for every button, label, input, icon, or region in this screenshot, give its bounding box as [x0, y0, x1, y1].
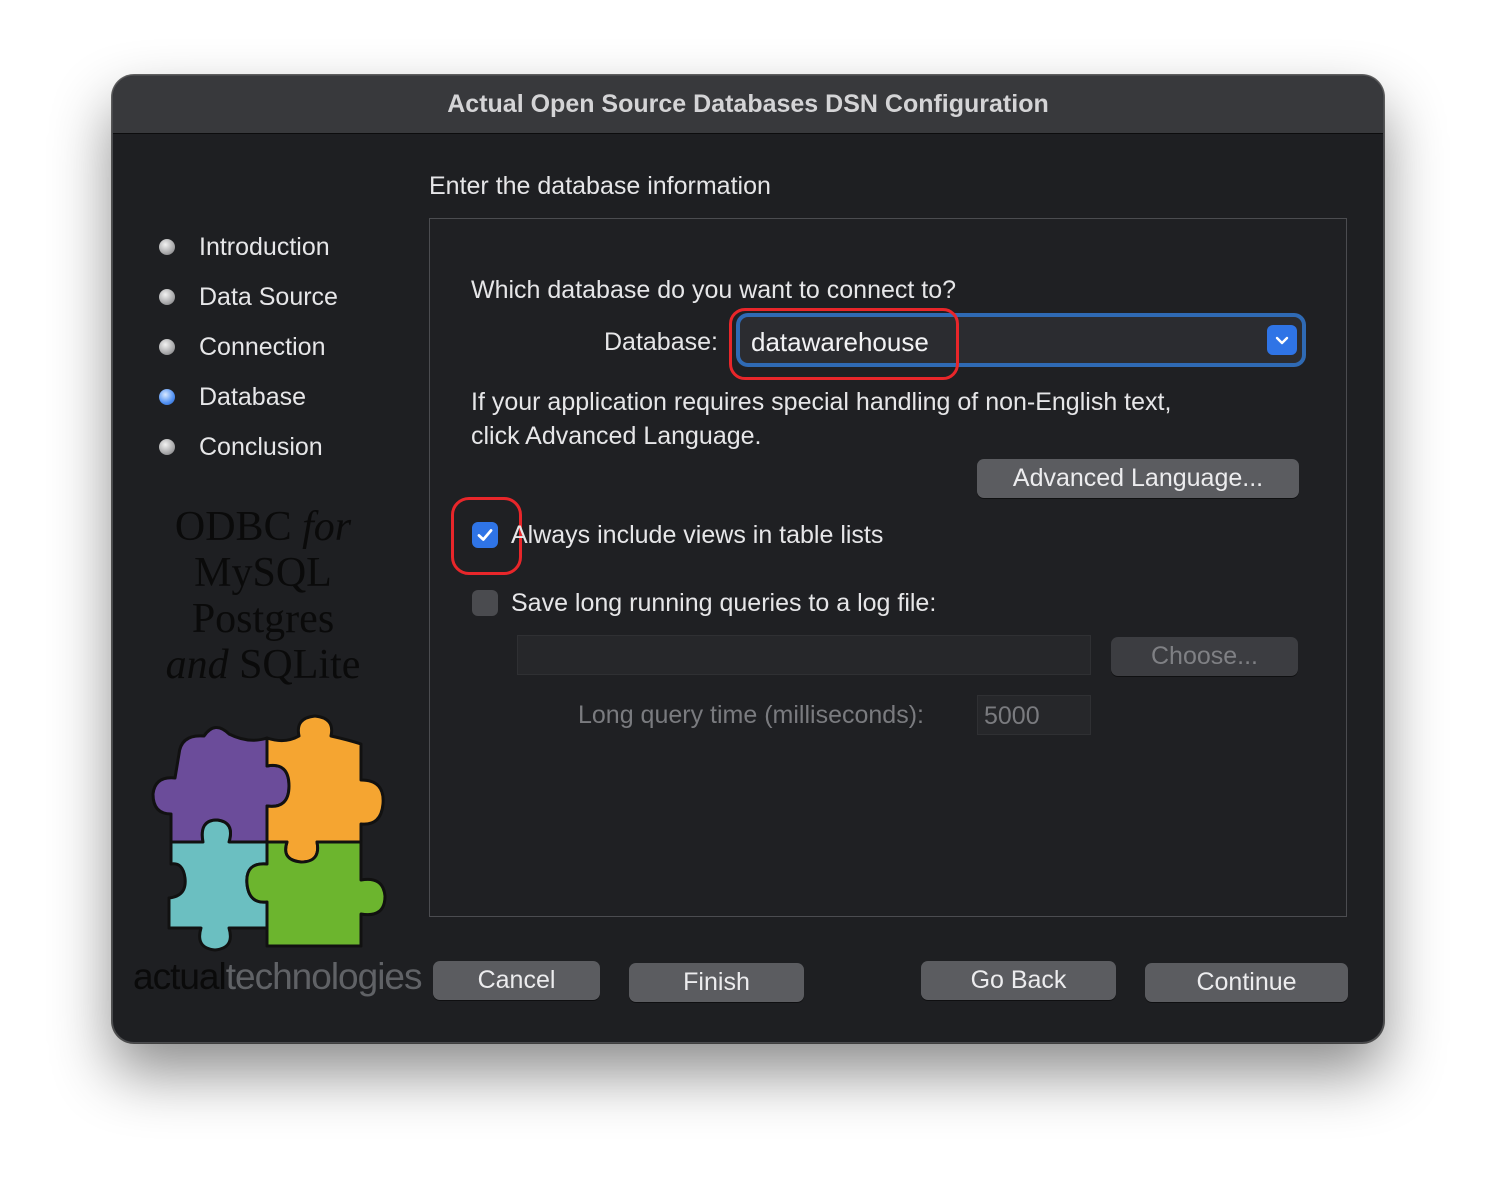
window-title: Actual Open Source Databases DSN Configu…	[113, 76, 1383, 134]
step-label: Data Source	[199, 282, 338, 311]
long-query-label: Long query time (milliseconds):	[578, 701, 924, 729]
step-data-source: Data Source	[157, 280, 338, 314]
step-label: Connection	[199, 332, 326, 361]
brand-wordmark: actualtechnologies	[133, 956, 422, 997]
log-file-path-field	[517, 635, 1091, 675]
long-query-value: 5000	[984, 702, 1040, 730]
step-introduction: Introduction	[157, 230, 330, 264]
step-label: Database	[199, 382, 307, 411]
step-conclusion: Conclusion	[157, 430, 323, 464]
logo-line-mysql: MySQL	[194, 550, 332, 596]
go-back-button[interactable]: Go Back	[921, 961, 1116, 1000]
logo-line-postgres: Postgres	[191, 596, 335, 642]
choose-button: Choose...	[1111, 637, 1298, 676]
step-bullet-icon	[159, 239, 175, 255]
cancel-button[interactable]: Cancel	[433, 961, 600, 1000]
step-connection: Connection	[157, 330, 325, 364]
dsn-config-window: Actual Open Source Databases DSN Configu…	[112, 75, 1384, 1043]
step-label: Conclusion	[199, 432, 323, 461]
database-question: Which database do you want to connect to…	[471, 276, 957, 304]
page-heading: Enter the database information	[429, 172, 771, 200]
logo-line-odbc: ODBC for	[174, 504, 352, 550]
finish-button[interactable]: Finish	[629, 963, 804, 1002]
database-label: Database:	[604, 328, 718, 356]
language-note-line2: click Advanced Language.	[471, 422, 762, 450]
continue-button[interactable]: Continue	[1145, 963, 1348, 1002]
step-bullet-icon	[159, 289, 175, 305]
step-bullet-icon	[159, 439, 175, 455]
save-queries-label[interactable]: Save long running queries to a log file:	[511, 589, 936, 618]
step-bullet-icon	[159, 339, 175, 355]
step-label: Introduction	[199, 232, 330, 261]
advanced-language-button[interactable]: Advanced Language...	[977, 459, 1299, 498]
include-views-label[interactable]: Always include views in table lists	[511, 521, 883, 550]
step-database: Database	[157, 380, 306, 414]
highlight-ring-database	[729, 308, 959, 380]
puzzle-logo-icon	[151, 714, 387, 952]
save-queries-checkbox[interactable]	[472, 590, 498, 616]
step-bullet-active-icon	[159, 389, 175, 405]
language-note-line1: If your application requires special han…	[471, 388, 1172, 416]
logo-line-sqlite: and SQLite	[165, 642, 361, 688]
chevron-down-icon[interactable]	[1267, 325, 1297, 355]
long-query-field: 5000	[977, 695, 1091, 735]
